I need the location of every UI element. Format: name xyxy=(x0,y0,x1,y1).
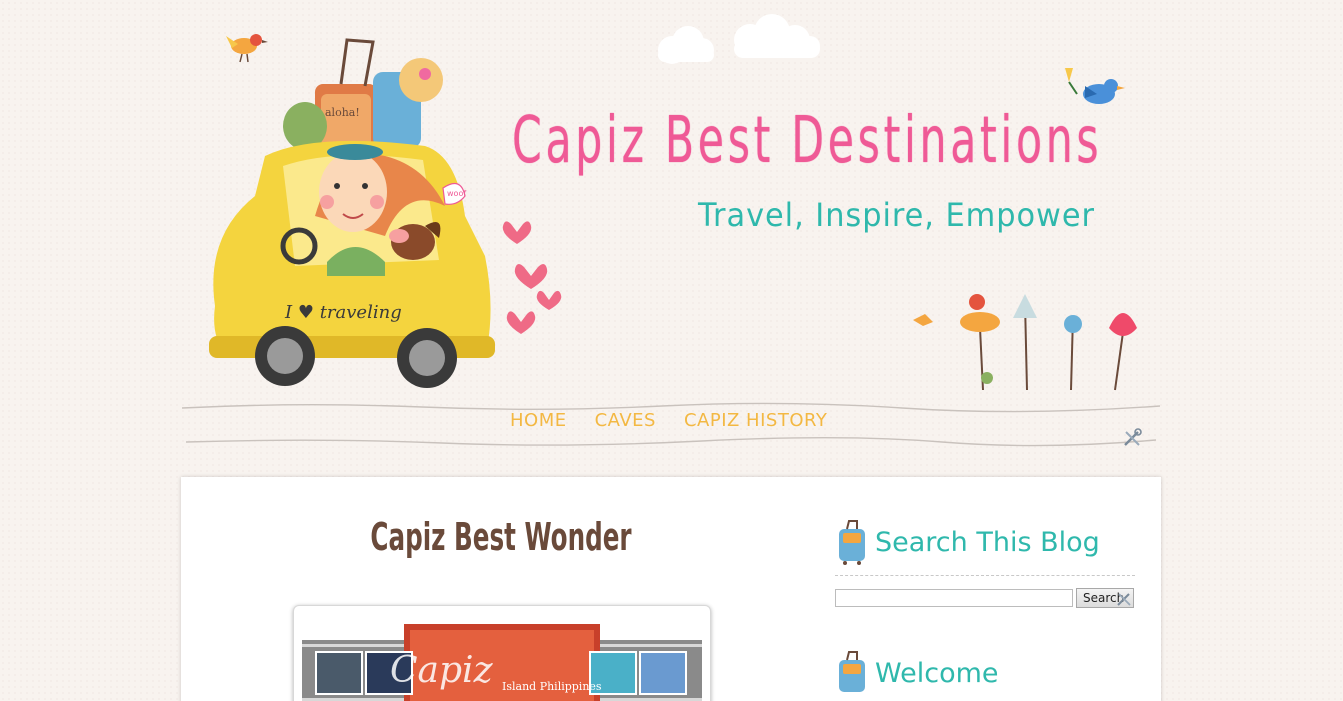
suitcase-label: aloha! xyxy=(325,106,360,119)
search-widget: Search This Blog Search xyxy=(835,519,1135,608)
welcome-widget: Welcome xyxy=(835,650,1135,696)
main-nav: HOME CAVES CAPIZ HISTORY xyxy=(510,410,827,431)
woof-bubble: woof xyxy=(447,189,466,198)
site-title[interactable]: Capiz Best Destinations xyxy=(512,104,1099,178)
clouds-illustration xyxy=(658,14,820,64)
post-image[interactable]: Capiz Island Philippines xyxy=(293,605,711,701)
car-girl-illustration: aloha! woof I ♥ traveling xyxy=(209,38,562,388)
navigation-bar: HOME CAVES CAPIZ HISTORY xyxy=(182,398,1160,450)
nav-item-home[interactable]: HOME xyxy=(510,410,567,431)
banner-subtext: Island Philippines xyxy=(502,680,602,693)
search-widget-title: Search This Blog xyxy=(875,526,1100,558)
edit-tools-icon[interactable] xyxy=(1122,428,1142,448)
widget-divider xyxy=(835,575,1135,576)
flowers-illustration xyxy=(913,294,1137,391)
site-tagline: Travel, Inspire, Empower xyxy=(698,196,1095,234)
edit-tools-icon[interactable] xyxy=(1115,590,1133,608)
suitcase-icon xyxy=(839,520,865,565)
nav-item-caves[interactable]: CAVES xyxy=(595,410,656,431)
banner-capiz-text: Capiz xyxy=(390,650,494,691)
suitcase-icon xyxy=(839,651,865,692)
nav-item-capiz-history[interactable]: CAPIZ HISTORY xyxy=(684,410,827,431)
car-text: I ♥ traveling xyxy=(284,302,402,323)
content-area: Capiz Best Wonder Capiz Island Philippin… xyxy=(181,477,1161,701)
search-input[interactable] xyxy=(835,589,1073,607)
welcome-widget-title: Welcome xyxy=(875,657,999,689)
post-title[interactable]: Capiz Best Wonder xyxy=(271,515,732,559)
capiz-banner-image: Capiz Island Philippines xyxy=(302,624,702,701)
sidebar: Search This Blog Search Welcome xyxy=(835,519,1135,696)
